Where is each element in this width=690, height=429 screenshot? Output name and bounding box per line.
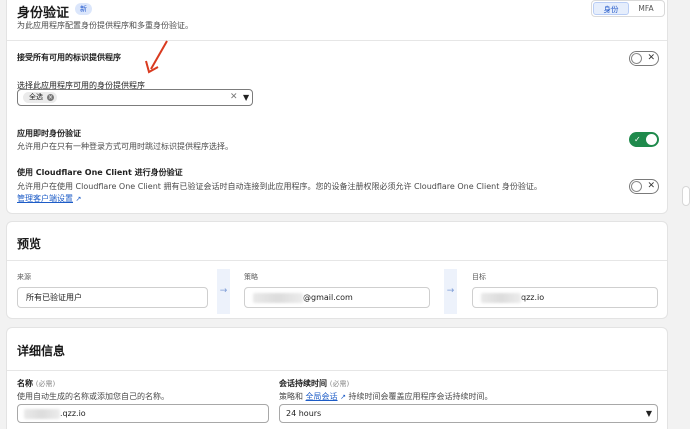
name-label-row: 名称 (必需) <box>17 378 55 389</box>
chevron-down-icon[interactable]: ▼ <box>243 93 249 102</box>
global-session-link[interactable]: 全局会话 <box>306 392 338 401</box>
chip-remove-icon[interactable]: × <box>47 94 54 101</box>
idp-chip: 全选 × <box>23 92 57 103</box>
session-label: 会话持续时间 <box>279 379 327 388</box>
toggle-knob <box>646 134 657 145</box>
x-icon: ✕ <box>647 181 655 191</box>
accept-all-toggle[interactable]: ✕ <box>629 51 659 66</box>
new-badge: 新 <box>75 3 92 15</box>
redacted-text <box>253 292 303 303</box>
auth-tab-switch: 身份 MFA <box>591 0 665 17</box>
tab-identity[interactable]: 身份 <box>593 2 629 15</box>
manage-client-link[interactable]: 管理客户端设置 <box>17 194 73 203</box>
name-label: 名称 <box>17 379 33 388</box>
instant-auth-toggle[interactable]: ✓ <box>629 132 659 147</box>
warp-auth-toggle[interactable]: ✕ <box>629 179 659 194</box>
page-scrollbar-track[interactable] <box>680 0 690 429</box>
clear-icon[interactable]: ✕ <box>230 92 238 102</box>
tab-mfa[interactable]: MFA <box>629 2 663 15</box>
session-duration-value: 24 hours <box>286 409 322 418</box>
session-duration-select[interactable]: 24 hours ▼ <box>279 404 658 423</box>
check-icon: ✓ <box>634 135 641 144</box>
preview-card: 预览 来源 所有已验证用户 → 策略 @gmail.com → 目标 qzz.i… <box>6 221 668 319</box>
target-value: qzz.io <box>521 293 545 302</box>
toggle-knob <box>631 53 642 64</box>
x-icon: ✕ <box>647 53 655 63</box>
divider <box>7 40 667 41</box>
warp-auth-help: 允许用户在使用 Cloudflare One Client 拥有已验证会话时自动… <box>17 182 542 191</box>
idp-chip-label: 全选 <box>29 93 43 101</box>
authentication-subtitle: 为此应用程序配置身份提供程序和多重身份验证。 <box>17 21 193 30</box>
idp-multiselect[interactable]: 全选 × ✕ ▼ <box>17 89 253 106</box>
redacted-text <box>24 408 60 419</box>
accept-all-label: 接受所有可用的标识提供程序 <box>17 53 121 62</box>
external-link-icon: ↗ <box>75 195 82 203</box>
arrow-right-icon: → <box>444 269 457 314</box>
name-help: 使用自动生成的名称或添加您自己的名称。 <box>17 392 169 401</box>
toggle-knob <box>631 181 642 192</box>
target-label: 目标 <box>472 273 486 281</box>
policy-box: @gmail.com <box>244 287 430 308</box>
chevron-down-icon: ▼ <box>645 409 652 418</box>
external-link-icon: ↗ <box>340 393 346 401</box>
warp-auth-label: 使用 Cloudflare One Client 进行身份验证 <box>17 168 183 177</box>
divider <box>7 260 667 261</box>
name-value: .qzz.io <box>60 409 86 418</box>
page-scrollbar-thumb[interactable] <box>682 186 690 206</box>
instant-auth-label: 应用即时身份验证 <box>17 129 81 138</box>
instant-auth-help: 允许用户在只有一种登录方式可用时跳过标识提供程序选择。 <box>17 142 233 151</box>
annotation-arrow-icon <box>145 40 168 74</box>
divider <box>7 370 667 371</box>
authentication-card: 身份验证 新 为此应用程序配置身份提供程序和多重身份验证。 身份 MFA 接受所… <box>6 0 668 214</box>
manage-client-link-wrap: 管理客户端设置 ↗ <box>17 193 81 204</box>
session-help-prefix: 策略和 <box>279 392 303 401</box>
redacted-text <box>481 292 521 303</box>
session-required: (必需) <box>329 380 350 388</box>
policy-label: 策略 <box>244 273 258 281</box>
preview-title: 预览 <box>17 237 42 251</box>
source-value: 所有已验证用户 <box>26 293 82 302</box>
details-title: 详细信息 <box>17 344 66 358</box>
source-box: 所有已验证用户 <box>17 287 208 308</box>
details-card: 详细信息 名称 (必需) 使用自动生成的名称或添加您自己的名称。 .qzz.io… <box>6 327 668 429</box>
name-required: (必需) <box>35 380 56 388</box>
session-label-row: 会话持续时间 (必需) <box>279 378 349 389</box>
session-help: 策略和 全局会话 ↗ 持续时间会覆盖应用程序会话持续时间。 <box>279 391 493 402</box>
name-input[interactable]: .qzz.io <box>17 404 269 423</box>
target-box: qzz.io <box>472 287 658 308</box>
source-label: 来源 <box>17 273 31 281</box>
authentication-title: 身份验证 <box>17 6 70 21</box>
arrow-right-icon: → <box>217 269 230 314</box>
policy-value: @gmail.com <box>303 293 353 302</box>
session-help-suffix: 持续时间会覆盖应用程序会话持续时间。 <box>348 392 493 401</box>
